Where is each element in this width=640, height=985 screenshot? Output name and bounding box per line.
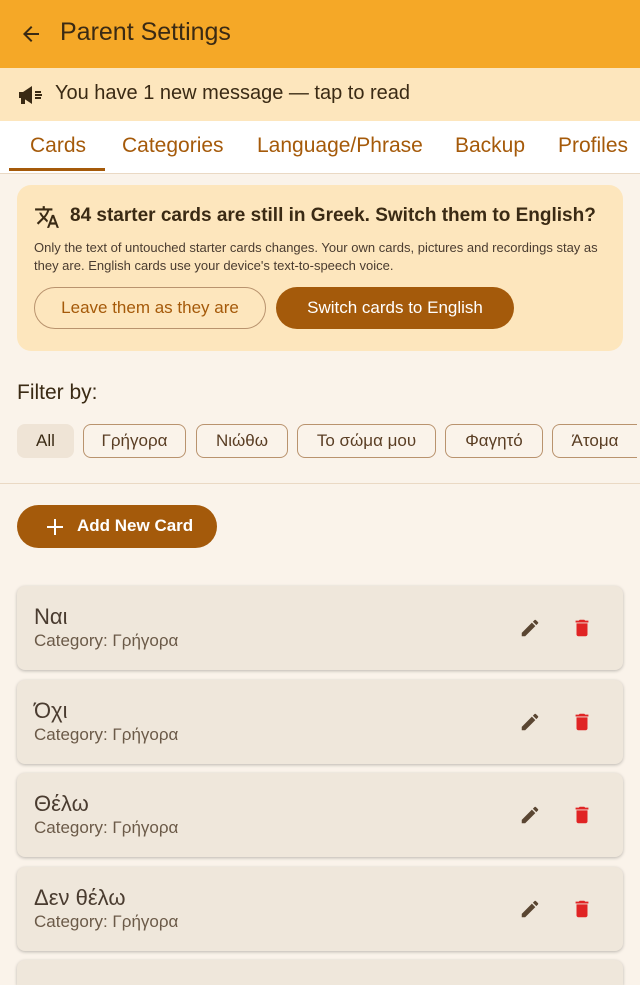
plus-icon (47, 519, 63, 535)
trash-icon[interactable] (571, 710, 593, 734)
trash-icon[interactable] (571, 803, 593, 827)
tab-profiles[interactable]: Profiles (558, 134, 628, 158)
pencil-icon[interactable] (519, 898, 541, 920)
list-item[interactable]: Ναι Category: Γρήγορα (17, 586, 623, 670)
card-category: Category: Γρήγορα (34, 912, 179, 931)
notice-body: Only the text of untouched starter cards… (34, 240, 598, 273)
card-category: Category: Γρήγορα (34, 631, 179, 650)
trash-icon[interactable] (571, 897, 593, 921)
filter-chip[interactable]: Το σώμα μου (297, 424, 436, 458)
filter-chip[interactable]: Άτομα (552, 424, 637, 458)
list-item[interactable]: Θέλω Category: Γρήγορα (17, 773, 623, 857)
megaphone-icon (19, 86, 42, 104)
pencil-icon[interactable] (519, 617, 541, 639)
card-name: Όχι (34, 698, 68, 723)
tab-bar: Cards Categories Language/Phrase Backup … (0, 121, 640, 174)
add-new-card-button[interactable]: Add New Card (17, 505, 217, 548)
filter-chip[interactable]: Φαγητό (445, 424, 543, 458)
translate-icon (35, 206, 59, 228)
list-item[interactable]: Δεν θέλω Category: Γρήγορα (17, 867, 623, 951)
filter-chip[interactable]: Γρήγορα (83, 424, 186, 458)
switch-to-english-button[interactable]: Switch cards to English (276, 287, 514, 329)
app-bar: Parent Settings (0, 0, 640, 68)
filter-chip-all[interactable]: All (17, 424, 74, 458)
card-category: Category: Γρήγορα (34, 725, 179, 744)
list-item[interactable]: Όχι Category: Γρήγορα (17, 680, 623, 764)
list-item[interactable] (17, 960, 623, 985)
pencil-icon[interactable] (519, 711, 541, 733)
add-new-card-label: Add New Card (77, 516, 194, 535)
card-name: Δεν θέλω (34, 885, 126, 910)
card-name: Ναι (34, 604, 68, 629)
trash-icon[interactable] (571, 616, 593, 640)
tab-cards[interactable]: Cards (30, 134, 86, 158)
leave-as-is-button[interactable]: Leave them as they are (34, 287, 266, 329)
banner-text[interactable]: You have 1 new message — tap to read (55, 82, 410, 105)
filter-label: Filter by: (17, 381, 98, 404)
tab-language-phrase[interactable]: Language/Phrase (257, 134, 423, 158)
tab-categories[interactable]: Categories (122, 134, 224, 158)
page-title: Parent Settings (60, 18, 231, 46)
card-category: Category: Γρήγορα (34, 818, 179, 837)
divider (0, 483, 640, 484)
tab-backup[interactable]: Backup (455, 134, 525, 158)
arrow-back-icon[interactable] (19, 22, 43, 46)
tab-indicator (9, 168, 105, 171)
card-name: Θέλω (34, 791, 89, 816)
filter-chip[interactable]: Νιώθω (196, 424, 288, 458)
pencil-icon[interactable] (519, 804, 541, 826)
notice-title: 84 starter cards are still in Greek. Swi… (70, 205, 596, 226)
